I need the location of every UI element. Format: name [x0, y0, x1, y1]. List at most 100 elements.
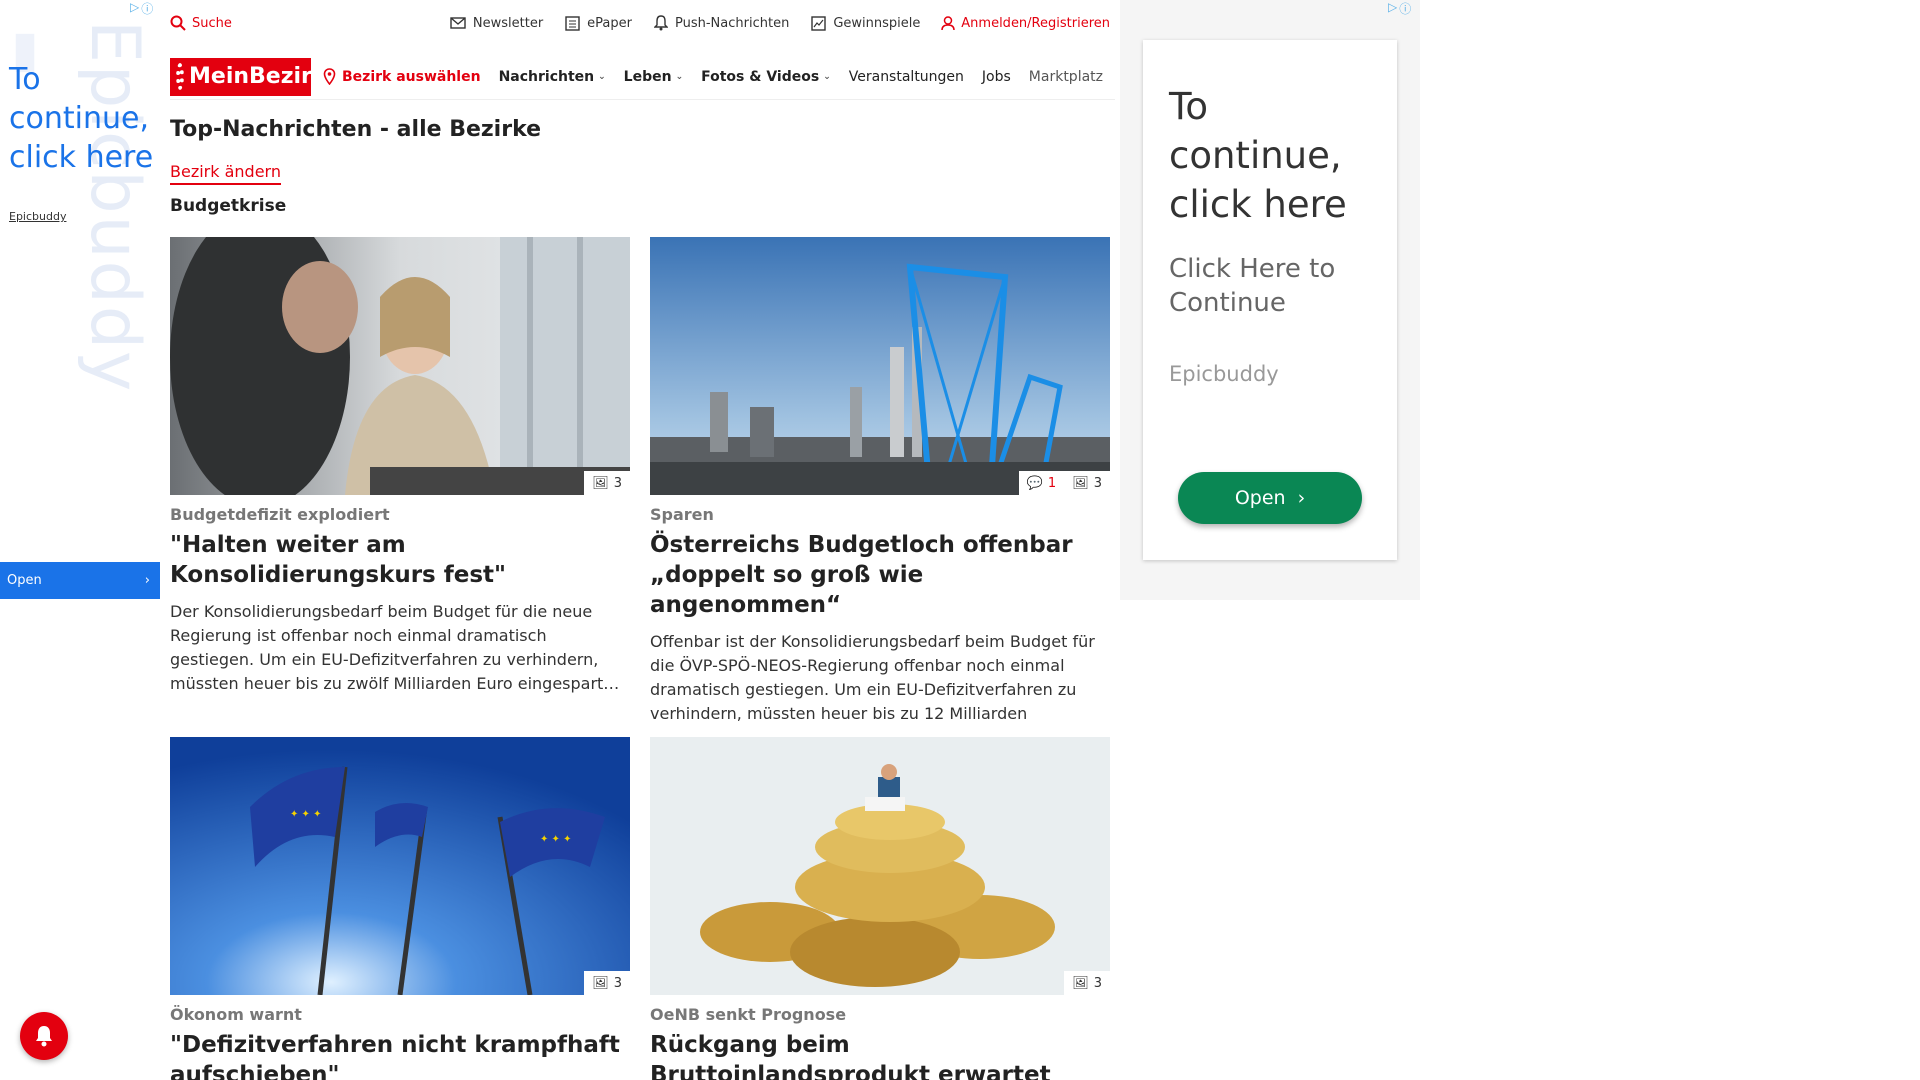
- push-label: Push-Nachrichten: [675, 15, 790, 31]
- ad-cta-text[interactable]: To continue, click here: [9, 60, 159, 177]
- left-ad-banner[interactable]: ▮ Epicbuddy To continue, click here Epic…: [0, 0, 160, 1080]
- bell-icon: [654, 15, 668, 31]
- nav-fotos-videos[interactable]: Fotos & Videos ⌄: [701, 69, 831, 85]
- main-navigation: MeinBezirk Bezirk auswählen Nachrichten …: [170, 54, 1115, 100]
- image-badges: 💬 1 🖼 3: [1018, 471, 1110, 495]
- gewinnspiele-label: Gewinnspiele: [833, 15, 921, 31]
- image-badges: 🖼 3: [584, 971, 630, 995]
- comment-icon: 💬: [1026, 475, 1043, 491]
- comment-count-badge[interactable]: 💬 1: [1018, 471, 1065, 495]
- bezirk-select-label: Bezirk auswählen: [342, 68, 481, 85]
- photo-count-badge: 🖼 3: [1064, 471, 1110, 495]
- image-badges: 🖼 3: [1064, 971, 1110, 995]
- nav-fotos-videos-label: Fotos & Videos: [701, 68, 820, 85]
- article-photo: [650, 237, 1110, 495]
- article-kicker: OeNB senkt Prognose: [650, 1005, 847, 1024]
- gift-icon: [811, 15, 827, 31]
- nav-veranstaltungen-label: Veranstaltungen: [848, 68, 964, 85]
- photo-count: 3: [613, 475, 622, 491]
- article-image[interactable]: ✦ ✦ ✦ ✦ ✦ ✦ 🖼 3: [170, 737, 630, 995]
- article-card[interactable]: 🖼 3 Budgetdefizit explodiert "Halten wei…: [170, 237, 630, 696]
- image-icon: 🖼: [1072, 475, 1089, 491]
- ad-headline[interactable]: To continue, click here: [1169, 82, 1389, 229]
- user-icon: [941, 15, 956, 30]
- login-link[interactable]: Anmelden/Registrieren: [941, 16, 1110, 31]
- article-headline[interactable]: "Defizitverfahren nicht krampfhaft aufsc…: [170, 1030, 630, 1080]
- chevron-right-icon: ›: [1297, 487, 1306, 509]
- epaper-label: ePaper: [587, 15, 632, 31]
- search-icon: [170, 15, 186, 31]
- svg-text:✦ ✦ ✦: ✦ ✦ ✦: [540, 834, 572, 845]
- section-title: Budgetkrise: [170, 196, 287, 216]
- article-teaser: Der Konsolidierungsbedarf beim Budget fü…: [170, 602, 620, 693]
- article-image[interactable]: 🖼 3: [170, 237, 630, 495]
- adchoices-icon[interactable]: ▷ ⓘ: [1388, 0, 1418, 16]
- ad-brand[interactable]: Epicbuddy: [9, 210, 66, 223]
- topbar-links: Newsletter ePaper Push-Nachrichten Gewin…: [450, 15, 920, 31]
- svg-text:✦ ✦ ✦: ✦ ✦ ✦: [290, 809, 322, 820]
- article-photo: ✦ ✦ ✦ ✦ ✦ ✦: [170, 737, 630, 995]
- image-badges: 🖼 3: [584, 471, 630, 495]
- logo-circle-icon: [176, 63, 184, 90]
- ad-subtext[interactable]: Click Here to Continue: [1169, 252, 1389, 320]
- photo-count: 3: [613, 975, 622, 991]
- nav-veranstaltungen[interactable]: Veranstaltungen: [849, 69, 964, 85]
- ad-open-button[interactable]: Open ›: [0, 562, 160, 599]
- ad-panel[interactable]: To continue, click here Click Here to Co…: [1143, 40, 1397, 560]
- mail-icon: [450, 17, 466, 29]
- main-content: Suche Newsletter ePaper Push-Nachrichten…: [160, 0, 1120, 1080]
- article-card[interactable]: 🖼 3 OeNB senkt Prognose Rückgang beim Br…: [650, 737, 1110, 1080]
- bell-icon: [36, 1026, 52, 1047]
- login-label: Anmelden/Registrieren: [961, 15, 1110, 31]
- right-ad-banner[interactable]: To continue, click here Click Here to Co…: [1120, 0, 1420, 600]
- nav-marktplatz-label: Marktplatz: [1028, 68, 1104, 85]
- photo-count-badge: 🖼 3: [584, 471, 630, 495]
- search-link[interactable]: Suche: [170, 15, 232, 31]
- article-kicker: Ökonom warnt: [170, 1005, 302, 1024]
- article-headline[interactable]: "Halten weiter am Konsolidierungskurs fe…: [170, 530, 630, 590]
- topbar: Suche Newsletter ePaper Push-Nachrichten…: [170, 0, 1110, 46]
- nav-leben-label: Leben: [623, 68, 672, 85]
- newsletter-label: Newsletter: [472, 15, 544, 31]
- nav-nachrichten-label: Nachrichten: [498, 68, 595, 85]
- newspaper-icon: [565, 15, 580, 31]
- notification-bell-button[interactable]: [20, 1012, 68, 1060]
- article-headline[interactable]: Rückgang beim Bruttoinlandsprodukt erwar…: [650, 1030, 1110, 1080]
- chevron-down-icon: ⌄: [598, 71, 606, 82]
- search-label: Suche: [192, 15, 232, 31]
- epaper-link[interactable]: ePaper: [565, 16, 632, 31]
- bezirk-select-button[interactable]: Bezirk auswählen: [323, 68, 481, 85]
- ad-brand[interactable]: Epicbuddy: [1169, 362, 1279, 386]
- article-image[interactable]: 🖼 3: [650, 737, 1110, 995]
- meinbezirk-logo[interactable]: MeinBezirk: [170, 57, 327, 96]
- article-teaser: Offenbar ist der Konsolidierungsbedarf b…: [650, 632, 1095, 723]
- article-kicker: Budgetdefizit explodiert: [170, 505, 390, 524]
- chevron-down-icon: ⌄: [823, 71, 831, 82]
- gewinnspiele-link[interactable]: Gewinnspiele: [811, 16, 920, 31]
- nav-leben[interactable]: Leben ⌄: [624, 69, 683, 85]
- nav-marktplatz[interactable]: Marktplatz: [1029, 69, 1103, 85]
- image-icon: 🖼: [592, 975, 609, 991]
- photo-count-badge: 🖼 3: [1064, 971, 1110, 995]
- article-kicker: Sparen: [650, 505, 714, 524]
- newsletter-link[interactable]: Newsletter: [450, 16, 543, 31]
- article-card[interactable]: ✦ ✦ ✦ ✦ ✦ ✦ 🖼 3 Ökonom warnt "Defizitver…: [170, 737, 630, 1080]
- nav-jobs[interactable]: Jobs: [982, 69, 1011, 85]
- chevron-down-icon: ⌄: [675, 71, 684, 82]
- photo-count: 3: [1093, 475, 1102, 491]
- article-headline[interactable]: Österreichs Budgetloch offenbar „doppelt…: [650, 530, 1110, 620]
- adchoices-icon[interactable]: ▷ ⓘ: [130, 0, 160, 16]
- article-card[interactable]: 💬 1 🖼 3 Sparen Österreichs Budgetloch of…: [650, 237, 1110, 726]
- article-image[interactable]: 💬 1 🖼 3: [650, 237, 1110, 495]
- nav-jobs-label: Jobs: [981, 68, 1011, 85]
- ad-open-button[interactable]: Open ›: [1178, 472, 1362, 524]
- bezirk-change-link[interactable]: Bezirk ändern: [170, 162, 281, 185]
- ad-open-label: Open: [1234, 487, 1286, 509]
- article-photo: [650, 737, 1110, 995]
- logo-text: MeinBezirk: [189, 64, 327, 89]
- nav-nachrichten[interactable]: Nachrichten ⌄: [499, 69, 606, 85]
- photo-count-badge: 🖼 3: [584, 971, 630, 995]
- image-icon: 🖼: [592, 475, 609, 491]
- comment-count: 1: [1047, 475, 1057, 491]
- push-link[interactable]: Push-Nachrichten: [654, 15, 789, 31]
